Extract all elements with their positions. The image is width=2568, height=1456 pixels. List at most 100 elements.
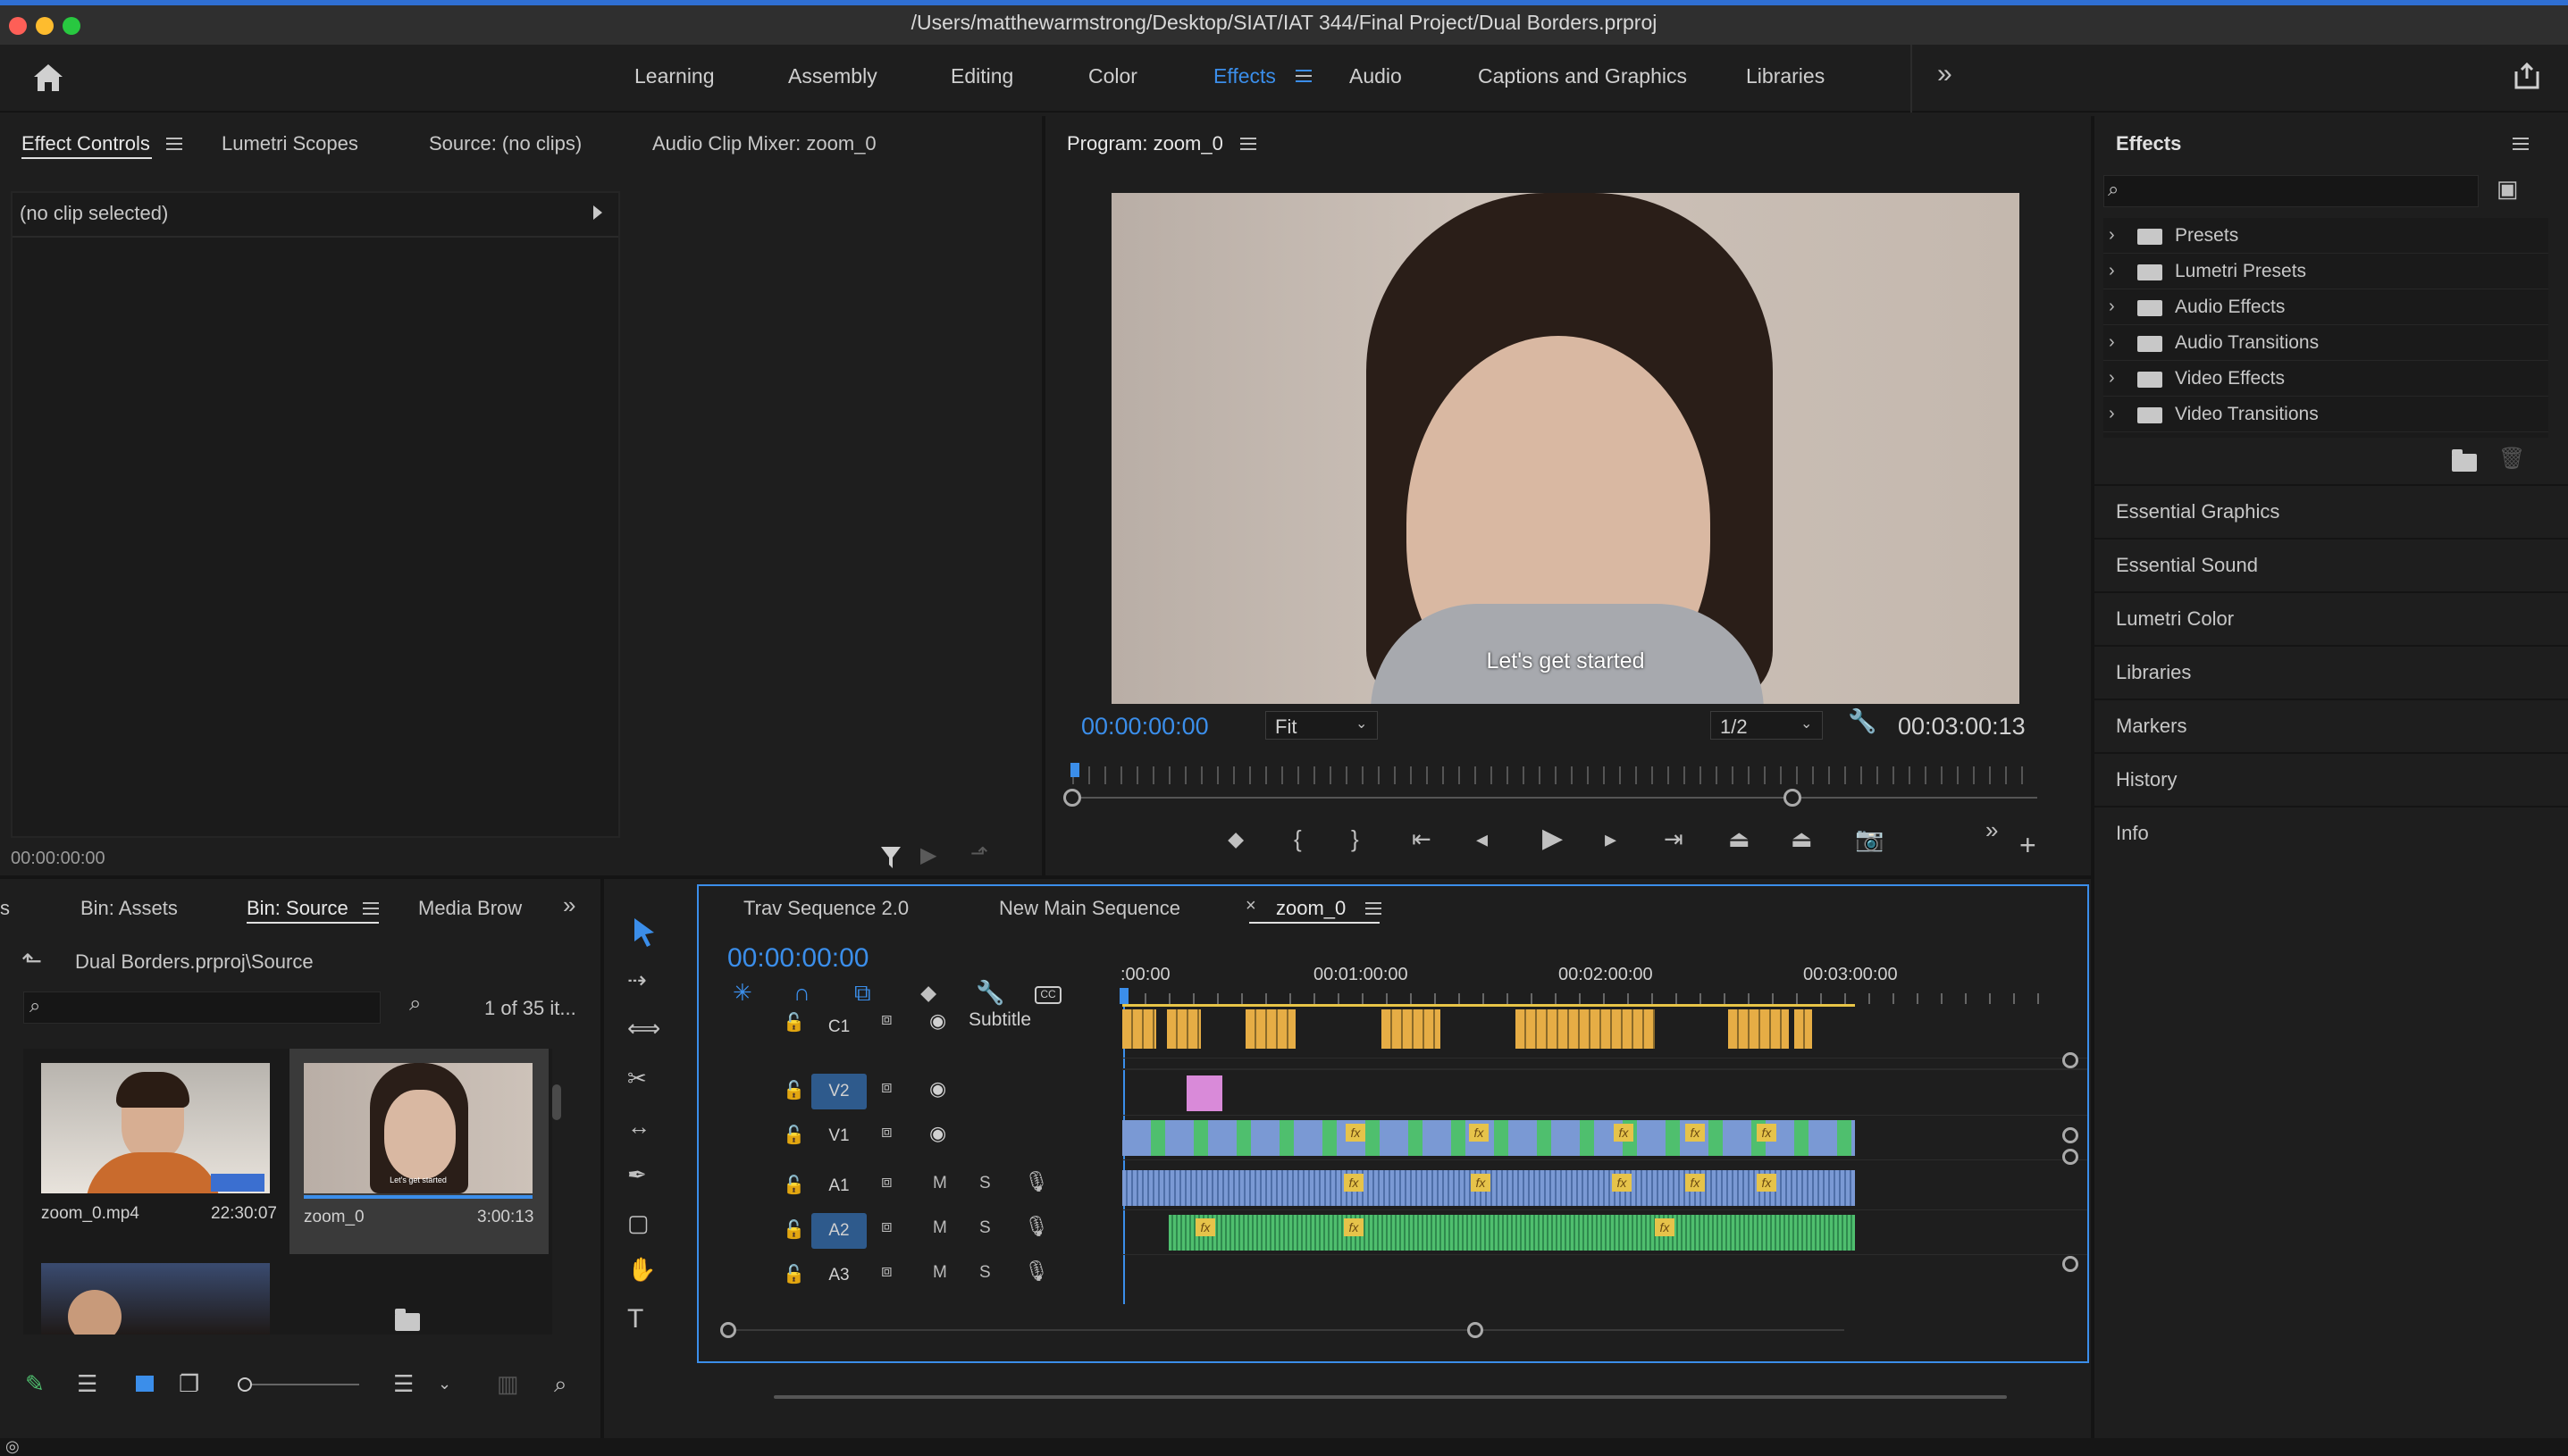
track-label[interactable]: A2 <box>811 1213 867 1249</box>
collapsed-panel-header[interactable]: Info <box>2094 806 2568 856</box>
button-editor-icon[interactable]: + <box>2019 831 2036 859</box>
media-item-zoom-mp4[interactable]: zoom_0.mp4 22:30:07 <box>32 1054 291 1254</box>
timeline-zoom-handle-right[interactable] <box>1467 1322 1483 1338</box>
effects-menu-icon[interactable] <box>2513 138 2529 150</box>
timeline-zoom-handle-left[interactable] <box>720 1322 736 1338</box>
zoom-scrollbar[interactable] <box>1072 797 2037 799</box>
zoom-handle-right[interactable] <box>1783 789 1801 807</box>
selection-tool-icon[interactable] <box>631 916 658 947</box>
timeline-zoom-scrollbar[interactable] <box>727 1329 1844 1331</box>
caption-clip[interactable] <box>1167 1009 1201 1049</box>
add-marker-icon[interactable]: ⬥ <box>920 981 936 1004</box>
track-label[interactable]: A3 <box>811 1258 867 1293</box>
freeform-view-icon[interactable]: ❐ <box>179 1372 199 1395</box>
track-zoom-handle[interactable] <box>2062 1149 2078 1165</box>
solo-button[interactable]: S <box>979 1218 991 1238</box>
more-buttons-icon[interactable]: » <box>1985 818 1998 841</box>
microphone-icon[interactable]: 🎙 <box>1024 1259 1049 1283</box>
workspace-assembly[interactable]: Assembly <box>788 64 877 88</box>
bin-up-icon[interactable]: ⬑ <box>21 949 42 974</box>
caption-clip[interactable] <box>1794 1009 1812 1049</box>
close-tab-icon[interactable]: × <box>1246 897 1256 915</box>
thumbnail-third[interactable] <box>41 1263 270 1335</box>
new-folder-icon[interactable] <box>2452 449 2477 472</box>
timeline-playhead-head[interactable] <box>1120 988 1129 1004</box>
workspace-audio[interactable]: Audio <box>1349 64 1402 88</box>
chevron-right-icon[interactable]: › <box>2109 261 2115 281</box>
effects-search-input[interactable]: ⌕ <box>2103 175 2479 207</box>
sort-icon[interactable]: ☰ <box>393 1372 414 1395</box>
collapsed-panel-header[interactable]: Lumetri Color <box>2094 591 2568 641</box>
timeline-settings-icon[interactable]: 🔧 <box>976 981 1004 1004</box>
lock-icon[interactable]: 🔓 <box>783 1218 805 1241</box>
caption-clip[interactable] <box>1728 1009 1789 1049</box>
snap-icon[interactable]: ∩ <box>793 981 810 1004</box>
workspace-editing[interactable]: Editing <box>951 64 1013 88</box>
add-marker-icon[interactable]: ⬥ <box>1228 827 1244 850</box>
rectangle-tool-icon[interactable]: ▢ <box>627 1211 650 1234</box>
workspace-color[interactable]: Color <box>1088 64 1137 88</box>
effects-tree-row[interactable]: › Audio Transitions <box>2103 325 2548 361</box>
workspace-learning[interactable]: Learning <box>634 64 715 88</box>
lock-icon[interactable]: 🔓 <box>783 1124 805 1146</box>
video-clip-v2[interactable] <box>1187 1075 1222 1111</box>
workspace-libraries[interactable]: Libraries <box>1746 64 1825 88</box>
pencil-icon[interactable]: ✎ <box>25 1372 45 1395</box>
track-label[interactable]: V1 <box>811 1118 867 1154</box>
chevron-right-icon[interactable]: › <box>2109 368 2115 389</box>
program-menu-icon[interactable] <box>1240 138 1256 150</box>
step-forward-icon[interactable]: ▸ <box>1605 827 1616 850</box>
fx-badge[interactable]: fx <box>1196 1218 1215 1236</box>
timeline-timecode[interactable]: 00:00:00:00 <box>727 943 869 974</box>
mute-button[interactable]: M <box>933 1174 947 1193</box>
effects-tree-row[interactable]: › Video Transitions <box>2103 397 2548 432</box>
export-icon[interactable]: ⬏ <box>970 843 988 865</box>
linked-selection-icon[interactable]: ⧉ <box>854 981 871 1004</box>
go-to-out-icon[interactable]: ⇥ <box>1664 827 1683 850</box>
sync-lock-icon[interactable]: ⧈ <box>881 1261 893 1282</box>
mute-button[interactable]: M <box>933 1218 947 1238</box>
track-label[interactable]: A1 <box>811 1168 867 1204</box>
collapsed-panel-header[interactable]: History <box>2094 752 2568 802</box>
workspace-effects[interactable]: Effects <box>1213 64 1276 88</box>
track-zoom-handle[interactable] <box>2062 1127 2078 1143</box>
fx-badge[interactable]: fx <box>1685 1174 1705 1192</box>
fx-badge[interactable]: fx <box>1471 1174 1490 1192</box>
workspace-menu-icon[interactable] <box>1296 70 1312 82</box>
hidden-tab-fragment[interactable]: s <box>0 897 10 920</box>
tab-media-browser[interactable]: Media Brow <box>418 897 522 920</box>
sync-lock-icon[interactable]: ⧈ <box>881 1009 893 1030</box>
fx-badge[interactable]: fx <box>1685 1124 1705 1142</box>
effects-tree-row[interactable]: › Audio Effects <box>2103 289 2548 325</box>
track-select-tool-icon[interactable]: ⇢ <box>627 968 647 992</box>
program-title[interactable]: Program: zoom_0 <box>1067 132 1223 155</box>
wrench-icon[interactable]: 🔧 <box>1848 709 1876 732</box>
chevron-right-icon[interactable]: › <box>2109 225 2115 246</box>
caption-clip[interactable] <box>1246 1009 1296 1049</box>
camera-icon[interactable]: 📷 <box>1855 827 1884 850</box>
fx-badge[interactable]: fx <box>1346 1124 1365 1142</box>
sync-lock-icon[interactable]: ⧈ <box>881 1122 893 1142</box>
razor-tool-icon[interactable]: ✂ <box>627 1067 647 1090</box>
zoom-slider-handle[interactable] <box>238 1377 252 1392</box>
audio-meter-scrollbar[interactable] <box>774 1395 2007 1399</box>
trash-icon[interactable]: 🗑 <box>2498 448 2525 470</box>
nest-icon[interactable]: ✳ <box>733 981 752 1004</box>
microphone-icon[interactable]: 🎙 <box>1024 1215 1049 1238</box>
search-icon[interactable]: ⌕ <box>554 1372 567 1395</box>
solo-button[interactable]: S <box>979 1174 991 1193</box>
expand-arrow-icon[interactable] <box>593 205 602 220</box>
bin-scrollbar[interactable] <box>552 1084 561 1120</box>
fx-badge[interactable]: fx <box>1344 1174 1364 1192</box>
track-zoom-handle[interactable] <box>2062 1256 2078 1272</box>
caption-clip[interactable] <box>1122 1009 1156 1049</box>
caption-clip[interactable] <box>1515 1009 1655 1049</box>
fx-badge[interactable]: fx <box>1612 1174 1632 1192</box>
icon-view-button[interactable] <box>136 1376 154 1392</box>
collapsed-panel-header[interactable]: Libraries <box>2094 645 2568 695</box>
track-zoom-handle[interactable] <box>2062 1052 2078 1068</box>
program-current-timecode[interactable]: 00:00:00:00 <box>1081 713 1209 741</box>
chevron-right-icon[interactable]: › <box>2109 404 2115 424</box>
lock-icon[interactable]: 🔓 <box>783 1263 805 1285</box>
mute-button[interactable]: M <box>933 1263 947 1283</box>
